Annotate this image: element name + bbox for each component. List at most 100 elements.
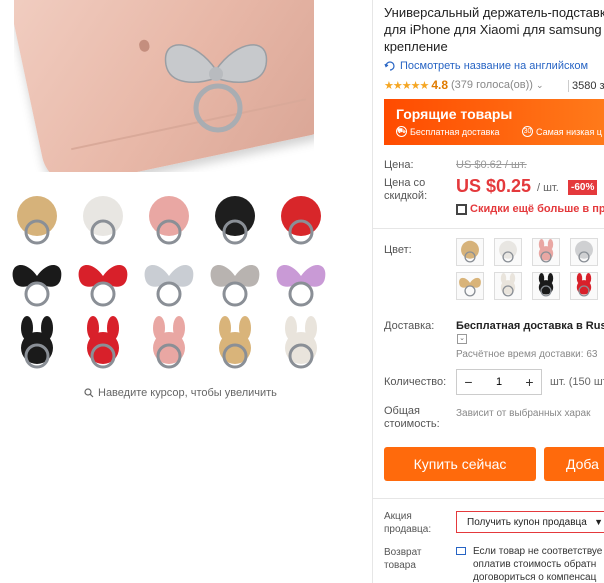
ring-holder-icon — [575, 240, 593, 263]
ring-holder-icon — [499, 240, 517, 263]
thumbnail-rabbit-3[interactable] — [140, 316, 198, 374]
thumbnail-bow-5[interactable] — [272, 254, 330, 312]
thumbnail-rabbit-2[interactable] — [74, 316, 132, 374]
rating-stars: ★★★★★ — [384, 79, 429, 92]
bow-ring-holder-icon — [164, 44, 268, 133]
color-swatch-8[interactable] — [570, 272, 598, 300]
return-policy-icon — [456, 547, 466, 555]
old-price: US $0.62 / шт. — [456, 159, 527, 171]
divider — [372, 228, 604, 229]
color-label: Цвет: — [384, 244, 412, 256]
color-swatch-3[interactable] — [532, 238, 560, 266]
thumbnail-round-1[interactable] — [8, 192, 66, 250]
ring-holder-icon — [78, 264, 128, 307]
translate-link-text[interactable]: Посмотреть название на английском — [400, 60, 588, 72]
hot-deals-title: Горящие товары — [396, 106, 513, 122]
divider — [372, 498, 604, 499]
ring-holder-icon — [144, 264, 194, 307]
apple-logo-icon — [138, 38, 151, 53]
free-shipping-text: Бесплатная доставка — [410, 126, 500, 137]
ring-holder-icon — [538, 273, 554, 297]
quantity-input[interactable] — [480, 376, 518, 388]
ring-holder-icon — [149, 196, 189, 245]
quantity-stepper: − + — [456, 369, 542, 395]
ring-holder-icon — [276, 264, 326, 307]
chevron-down-icon[interactable]: ⌄ — [457, 334, 467, 344]
thumbnail-round-5[interactable] — [272, 192, 330, 250]
ring-holder-icon — [538, 239, 554, 263]
total-label: Общая стоимость: — [384, 405, 440, 430]
app-discount-text[interactable]: Скидки ещё больше в прил — [470, 203, 604, 215]
quantity-minus-button[interactable]: − — [457, 374, 480, 390]
discount-badge: -60% — [568, 180, 598, 195]
truck-icon: ⛟ — [396, 126, 407, 137]
return-policy-text: Если товар не соответствуе оплатив стоим… — [473, 546, 603, 583]
shipping-label: Доставка: — [384, 320, 435, 332]
price-unit: / шт. — [537, 182, 559, 194]
ring-holder-icon — [461, 240, 479, 263]
quantity-available: шт. (150 шт — [550, 376, 604, 388]
ring-holder-icon — [87, 316, 119, 369]
translate-icon — [384, 61, 395, 71]
product-info: Универсальный держатель-подставка для iP… — [372, 0, 604, 583]
rating-block[interactable]: ★★★★★ 4.8 (379 голоса(ов)) ⌄ — [384, 78, 544, 92]
thumbnail-round-4[interactable] — [206, 192, 264, 250]
thumbnail-rabbit-4[interactable] — [206, 316, 264, 374]
seller-promo-label: Акция продавца: — [384, 511, 432, 535]
lowest-price-badge: 30 Самая низкая ц — [522, 126, 602, 137]
ring-holder-icon — [17, 196, 57, 245]
ring-holder-icon — [281, 196, 321, 245]
zoom-hint-text: Наведите курсор, чтобы увеличить — [98, 387, 277, 399]
color-swatch-4[interactable] — [570, 238, 598, 266]
buy-now-button[interactable]: Купить сейчас — [384, 447, 536, 481]
qr-code-icon — [456, 203, 467, 215]
thumbnail-bow-2[interactable] — [74, 254, 132, 312]
ring-holder-icon — [285, 316, 317, 369]
main-product-image[interactable] — [14, 0, 314, 172]
seller-coupon-text: Получить купон продавца — [467, 516, 587, 528]
return-label: Возврат товара — [384, 547, 422, 571]
shipping-value[interactable]: Бесплатная доставка в Russi — [456, 320, 604, 332]
shipping-time: Расчётное время доставки: 63 — [456, 349, 598, 360]
price-label: Цена: — [384, 159, 414, 171]
product-title: Универсальный держатель-подставка для iP… — [384, 5, 604, 54]
ring-holder-icon — [153, 316, 185, 369]
thumbnail-bow-3[interactable] — [140, 254, 198, 312]
rating-votes[interactable]: (379 голоса(ов)) — [451, 79, 533, 91]
hot-deals-banner[interactable]: Горящие товары ⛟ Бесплатная доставка 30 … — [384, 99, 604, 145]
translate-link[interactable]: Посмотреть название на английском — [384, 60, 588, 72]
rating-score: 4.8 — [431, 78, 448, 92]
color-swatch-7[interactable] — [532, 272, 560, 300]
ring-holder-icon — [12, 264, 62, 307]
quantity-plus-button[interactable]: + — [518, 374, 541, 390]
zoom-hint: Наведите курсор, чтобы увеличить — [84, 387, 277, 399]
days-icon: 30 — [522, 126, 533, 137]
thumbnail-bow-1[interactable] — [8, 254, 66, 312]
lowest-price-text: Самая низкая ц — [536, 126, 602, 137]
ring-holder-icon — [500, 273, 516, 297]
app-discount-link[interactable]: Скидки ещё больше в прил — [456, 203, 604, 215]
chevron-down-icon[interactable]: ⌄ — [536, 80, 544, 91]
discount-price: US $0.25 — [456, 176, 532, 196]
add-to-cart-button[interactable]: Доба — [544, 447, 604, 481]
seller-coupon-select[interactable]: Получить купон продавца ▼ — [456, 511, 604, 533]
ring-holder-icon — [215, 196, 255, 245]
discount-price-label: Цена со скидкой: — [384, 177, 428, 202]
orders-count: 3580 з — [572, 80, 604, 92]
chevron-down-icon: ▼ — [594, 517, 603, 527]
thumbnail-bow-4[interactable] — [206, 254, 264, 312]
color-swatch-1[interactable] — [456, 238, 484, 266]
ring-holder-icon — [83, 196, 123, 245]
color-swatch-6[interactable] — [494, 272, 522, 300]
thumbnail-rabbit-5[interactable] — [272, 316, 330, 374]
color-swatch-5[interactable] — [456, 272, 484, 300]
free-shipping-badge: ⛟ Бесплатная доставка — [396, 126, 500, 137]
thumbnail-round-3[interactable] — [140, 192, 198, 250]
total-value: Зависит от выбранных харак — [456, 408, 591, 419]
thumbnail-round-2[interactable] — [74, 192, 132, 250]
thumbnail-rabbit-1[interactable] — [8, 316, 66, 374]
ring-holder-icon — [21, 316, 53, 369]
separator — [568, 80, 569, 92]
divider — [372, 0, 373, 583]
color-swatch-2[interactable] — [494, 238, 522, 266]
